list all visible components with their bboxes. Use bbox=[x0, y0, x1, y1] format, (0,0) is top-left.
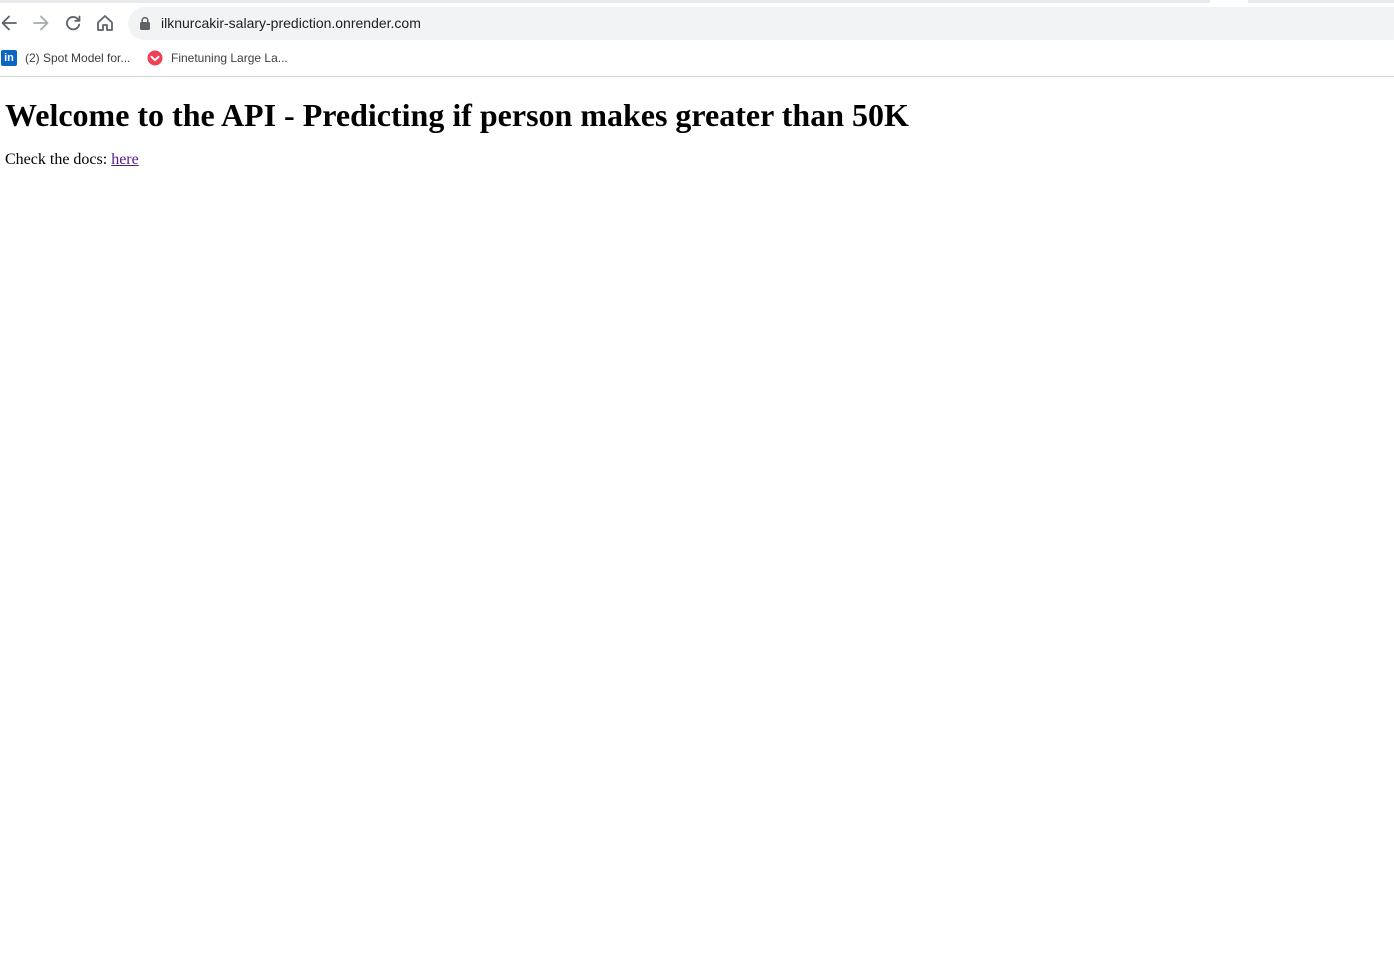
back-arrow-icon bbox=[1, 15, 17, 31]
linkedin-icon: in bbox=[1, 50, 17, 66]
bookmark-label: (2) Spot Model for... bbox=[25, 51, 131, 65]
bookmark-spot-model[interactable]: in (2) Spot Model for... bbox=[1, 46, 130, 70]
browser-chrome: ilknurcakir-salary-prediction.onrender.c… bbox=[0, 0, 1394, 77]
bookmarks-bar: in (2) Spot Model for... Finetuning Larg… bbox=[0, 46, 1394, 70]
forward-arrow-icon bbox=[33, 15, 49, 31]
docs-link[interactable]: here bbox=[111, 151, 139, 168]
active-tab-edge[interactable] bbox=[1210, 0, 1248, 3]
reload-button[interactable] bbox=[58, 6, 88, 40]
tab-strip bbox=[0, 0, 1394, 3]
home-icon bbox=[97, 15, 113, 31]
docs-prefix: Check the docs: bbox=[5, 151, 112, 168]
pocket-icon bbox=[147, 50, 163, 66]
browser-toolbar: ilknurcakir-salary-prediction.onrender.c… bbox=[0, 6, 1394, 40]
lock-icon[interactable] bbox=[139, 16, 151, 31]
docs-paragraph: Check the docs: here bbox=[5, 150, 1386, 169]
home-button[interactable] bbox=[90, 6, 120, 40]
page-title: Welcome to the API - Predicting if perso… bbox=[5, 97, 909, 133]
page-content: Welcome to the API - Predicting if perso… bbox=[0, 77, 1394, 959]
back-button[interactable] bbox=[0, 6, 24, 40]
forward-button[interactable] bbox=[26, 6, 56, 40]
reload-icon bbox=[66, 15, 81, 31]
address-bar[interactable]: ilknurcakir-salary-prediction.onrender.c… bbox=[128, 7, 1394, 40]
bookmark-finetuning[interactable]: Finetuning Large La... bbox=[147, 46, 288, 70]
url-text[interactable]: ilknurcakir-salary-prediction.onrender.c… bbox=[161, 7, 421, 40]
bookmark-label: Finetuning Large La... bbox=[171, 51, 288, 65]
